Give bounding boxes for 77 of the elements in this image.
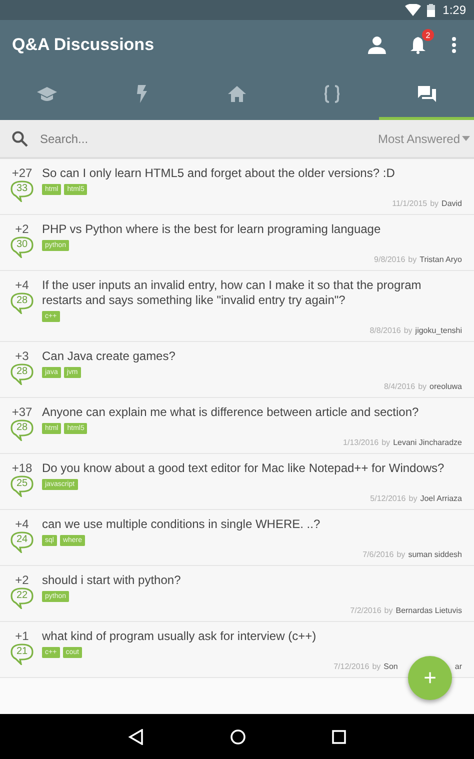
by-label: by — [396, 550, 406, 559]
sort-dropdown[interactable]: Most Answered — [378, 132, 470, 146]
question-title: what kind of program usually ask for interview (c++) — [42, 629, 318, 644]
by-label: by — [418, 382, 427, 391]
back-icon[interactable] — [128, 728, 144, 744]
post-date: 9/8/2016 — [374, 255, 406, 264]
vote-count: +27 — [12, 166, 32, 180]
author-name: Joel Arriaza — [420, 494, 462, 503]
by-label: by — [384, 606, 393, 615]
by-label: by — [382, 438, 390, 447]
post-date: 8/4/2016 — [384, 382, 416, 391]
author-name: Levani Jincharadze — [393, 438, 462, 447]
post-date: 1/13/2016 — [343, 438, 379, 447]
answer-count: 22 — [10, 587, 34, 609]
vote-count: +3 — [15, 349, 29, 363]
post-date: 8/8/2016 — [370, 326, 401, 335]
home-icon — [228, 86, 246, 102]
author-name: Bernardas Lietuvis — [396, 606, 462, 615]
post-date: 7/2/2016 — [350, 606, 382, 615]
by-label: by — [404, 326, 412, 335]
vote-count: +4 — [15, 517, 29, 531]
post-date: 7/12/2016 — [334, 662, 370, 671]
question-title: can we use multiple conditions in single WHERE. ..? — [42, 517, 322, 532]
vote-count: +4 — [15, 278, 29, 292]
vote-count: +1 — [15, 629, 29, 643]
person-icon[interactable] — [368, 36, 386, 54]
battery-icon — [426, 4, 435, 16]
question-title: If the user inputs an invalid entry, how can I make it so that the program restarts and says something like "invalid entry try again"? — [42, 278, 422, 308]
vote-count: +18 — [12, 461, 32, 475]
author-name: Son — [384, 662, 398, 671]
answer-count: 33 — [10, 180, 34, 202]
vote-count: +2 — [15, 573, 29, 587]
answer-count: 25 — [10, 475, 34, 497]
app-title: Q&A Discussions — [12, 35, 156, 55]
vote-count: +2 — [15, 222, 29, 236]
post-date: 7/6/2016 — [362, 550, 394, 559]
question-title: So can I only learn HTML5 and forget about the older versions? :D — [42, 166, 396, 181]
vote-count: +37 — [12, 405, 32, 419]
answer-count: 24 — [10, 531, 34, 553]
add-button[interactable]: + — [408, 656, 452, 700]
by-label: by — [430, 199, 439, 208]
author-name: David — [442, 199, 462, 208]
question-title: PHP vs Python where is the best for learn programing language — [42, 222, 382, 237]
chat-bubbles-icon — [418, 86, 436, 102]
answer-count: 28 — [10, 419, 34, 441]
author-name: Tristan Aryo — [420, 255, 462, 264]
caret-icon — [462, 136, 470, 141]
home-icon[interactable] — [230, 728, 246, 744]
question-title: Can Java create games? — [42, 349, 176, 364]
search-field[interactable]: Search... — [38, 130, 378, 146]
author-name: jigoku_tenshi — [415, 326, 462, 335]
question-title: should i start with python? — [42, 573, 182, 588]
author-name: ar — [454, 662, 462, 671]
notification-badge: 2 — [422, 29, 434, 41]
braces-icon — [324, 84, 340, 102]
answer-count: 28 — [10, 292, 34, 314]
overflow-menu-icon[interactable] — [452, 37, 456, 53]
question-title: Anyone can explain me what is difference between article and section? — [42, 405, 420, 420]
author-name: suman siddesh — [408, 550, 462, 559]
by-label: by — [408, 494, 418, 503]
wifi-icon — [404, 4, 421, 16]
post-date: 11/1/2015 — [392, 199, 428, 208]
graduation-cap-icon — [37, 86, 58, 102]
search-icon — [12, 130, 28, 146]
lightning-icon — [136, 84, 148, 102]
status-time: 1:29 — [442, 3, 466, 17]
answer-count: 28 — [10, 363, 34, 385]
search-bar[interactable]: Search... Most Answered — [0, 120, 474, 159]
recents-icon[interactable] — [332, 730, 346, 744]
answer-count: 30 — [10, 236, 34, 258]
post-date: 5/12/2016 — [370, 494, 406, 503]
bell-icon[interactable] — [410, 36, 426, 54]
question-title: Do you know about a good text editor for Mac like Notepad++ for Windows? — [42, 461, 446, 476]
answer-count: 21 — [10, 643, 34, 665]
author-name: oreoluwa — [430, 382, 462, 391]
by-label: by — [408, 255, 417, 264]
by-label: by — [372, 662, 381, 671]
